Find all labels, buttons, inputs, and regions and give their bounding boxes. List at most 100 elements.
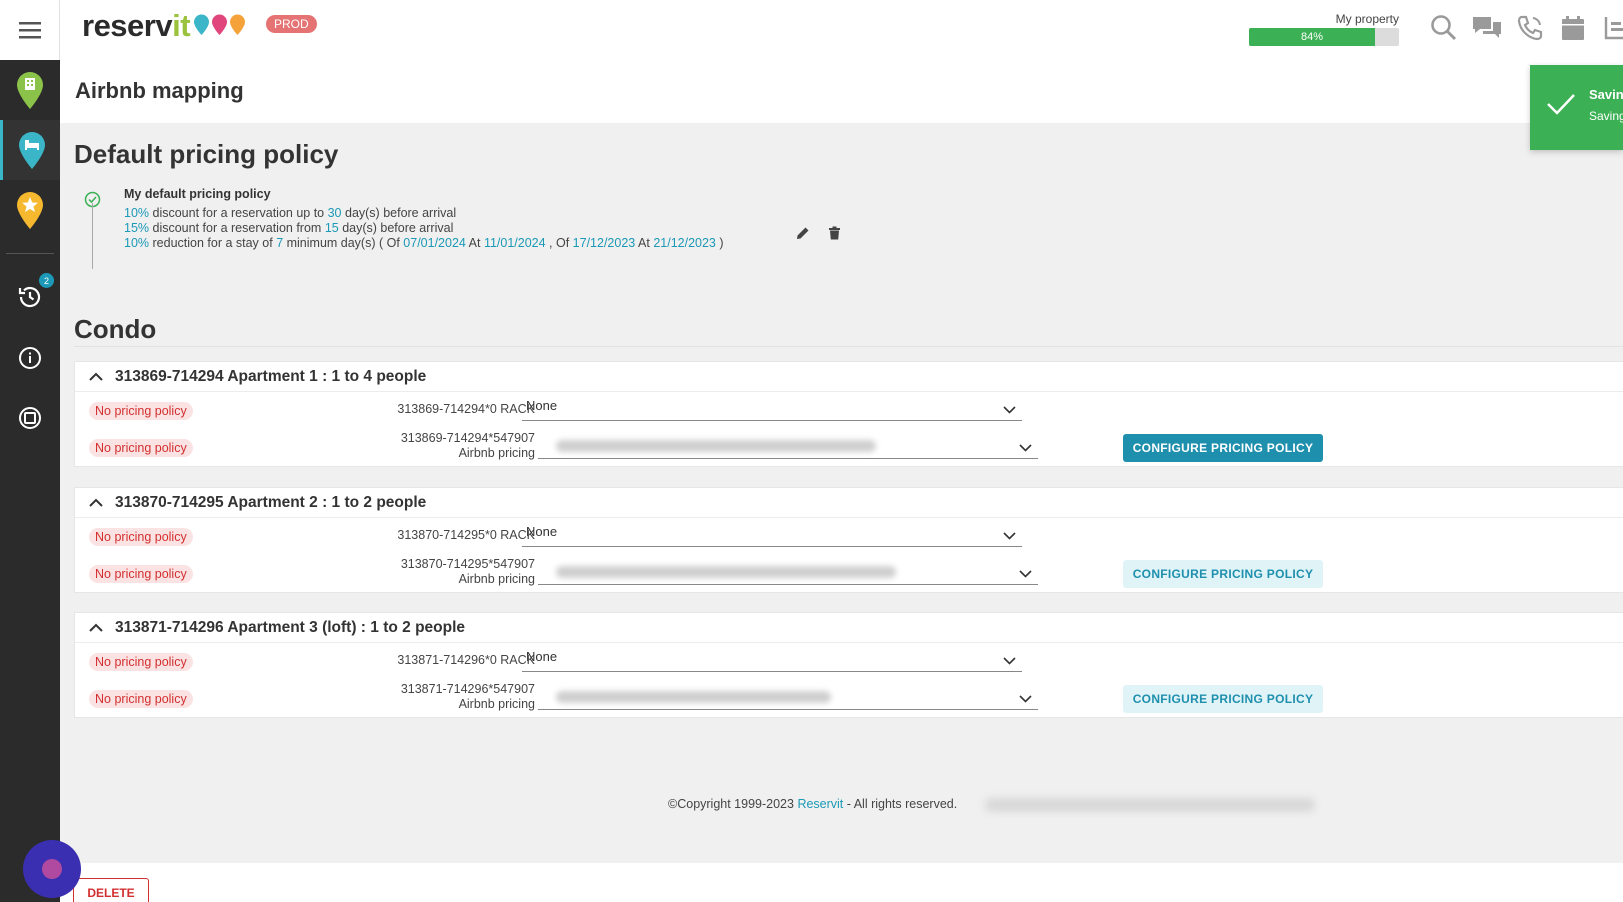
select-arrow (1019, 563, 1032, 585)
policy-timeline (92, 203, 93, 269)
sidebar-item-rooms[interactable] (0, 120, 60, 180)
property-label: My property (1335, 12, 1399, 26)
chevron-up-icon (89, 372, 103, 381)
rack-policy-select[interactable]: None (522, 646, 1022, 672)
blue-pin-icon (194, 14, 209, 35)
section-divider (74, 346, 1623, 347)
property-progress[interactable]: My property 84% (1249, 12, 1399, 46)
calendar-icon (1562, 16, 1584, 40)
room-title: 313871-714296 Apartment 3 (loft) : 1 to … (115, 618, 466, 636)
delete-button[interactable]: DELETE (73, 878, 149, 902)
collapse-toggle[interactable] (89, 498, 103, 507)
configure-pricing-policy-button[interactable]: CONFIGURE PRICING POLICY (1123, 685, 1323, 713)
no-pricing-policy-badge: No pricing policy (89, 690, 193, 708)
redacted-select-value (556, 566, 896, 578)
no-pricing-policy-badge: No pricing policy (89, 565, 193, 583)
edit-policy-button[interactable] (796, 226, 810, 245)
room-card: 313869-714294 Apartment 1 : 1 to 4 peopl… (74, 361, 1623, 467)
rack-select-value: None (526, 398, 558, 413)
rack-row: No pricing policy 313871-714296*0 RACK N… (75, 643, 1623, 680)
airbnb-policy-select[interactable] (538, 559, 1038, 585)
orange-pin-icon (230, 14, 245, 35)
sidebar-item-support[interactable] (0, 388, 60, 448)
calls-button[interactable] (1514, 12, 1546, 44)
airbnb-code: 313871-714296*547907 Airbnb pricing (400, 682, 535, 711)
no-pricing-policy-badge: No pricing policy (89, 439, 193, 457)
airbnb-policy-select[interactable] (538, 684, 1038, 710)
room-card-header[interactable]: 313871-714296 Apartment 3 (loft) : 1 to … (75, 613, 1623, 643)
sidebar-item-history[interactable]: 2 (0, 267, 60, 327)
collapse-toggle[interactable] (89, 623, 103, 632)
chevron-up-icon (89, 498, 103, 507)
sidebar-item-property[interactable] (0, 60, 60, 120)
room-card: 313871-714296 Apartment 3 (loft) : 1 to … (74, 612, 1623, 718)
airbnb-code: 313870-714295*547907 Airbnb pricing (400, 557, 535, 586)
bottom-action-bar: DELETE (60, 863, 1623, 902)
no-pricing-policy-badge: No pricing policy (89, 402, 193, 420)
room-title: 313870-714295 Apartment 2 : 1 to 2 peopl… (115, 493, 427, 511)
chat-widget-dot (42, 859, 62, 879)
policy-name: My default pricing policy (124, 187, 271, 201)
copyright: ©Copyright 1999-2023 Reservit - All righ… (668, 797, 958, 811)
menu-button[interactable] (0, 0, 60, 60)
configure-pricing-policy-button[interactable]: CONFIGURE PRICING POLICY (1123, 560, 1323, 588)
airbnb-row: No pricing policy 313870-714295*547907 Ai… (75, 555, 1623, 592)
chat-widget-button[interactable] (23, 840, 81, 898)
room-card-header[interactable]: 313869-714294 Apartment 1 : 1 to 4 peopl… (75, 362, 1623, 392)
sidebar-item-reviews[interactable] (0, 180, 60, 240)
hamburger-icon (18, 22, 41, 39)
toast-title: Savinc (1589, 87, 1623, 102)
pencil-icon (797, 227, 809, 239)
building-pin-icon (17, 72, 43, 109)
policy-rule-3: 10% reduction for a stay of 7 minimum da… (124, 236, 724, 250)
reports-button[interactable] (1600, 12, 1623, 44)
configure-pricing-policy-button[interactable]: CONFIGURE PRICING POLICY (1123, 434, 1323, 462)
chevron-down-icon (1003, 406, 1016, 414)
rack-row: No pricing policy 313869-714294*0 RACK N… (75, 392, 1623, 429)
no-pricing-policy-badge: No pricing policy (89, 653, 193, 671)
airbnb-row: No pricing policy 313871-714296*547907 Ai… (75, 680, 1623, 717)
redacted-select-value (556, 440, 876, 452)
rack-policy-select[interactable]: None (522, 395, 1022, 421)
policy-actions (796, 226, 841, 245)
airbnb-code: 313869-714294*547907 Airbnb pricing (400, 431, 535, 460)
delete-policy-button[interactable] (828, 226, 841, 245)
collapse-toggle[interactable] (89, 372, 103, 381)
chart-icon (1604, 17, 1623, 40)
chevron-down-icon (1019, 695, 1032, 703)
bed-pin-icon (18, 132, 45, 169)
sidebar-item-info[interactable] (0, 328, 60, 388)
policy-rule-1: 10% discount for a reservation up to 30 … (124, 206, 457, 220)
rack-code: 313870-714295*0 RACK (397, 528, 535, 542)
rack-select-value: None (526, 649, 558, 664)
toast-check (1546, 92, 1576, 121)
brand-logo[interactable]: reservit (82, 8, 191, 44)
airbnb-policy-select[interactable] (538, 433, 1038, 459)
default-policy-heading: Default pricing policy (74, 139, 339, 169)
messages-button[interactable] (1471, 12, 1503, 44)
rack-policy-select[interactable]: None (522, 521, 1022, 547)
checkmark-icon (1547, 94, 1575, 115)
airbnb-row: No pricing policy 313869-714294*547907 Ai… (75, 429, 1623, 466)
chevron-down-icon (1003, 532, 1016, 540)
toast-subtitle: Saving (1589, 109, 1623, 123)
room-title: 313869-714294 Apartment 1 : 1 to 4 peopl… (115, 367, 427, 385)
rack-code: 313869-714294*0 RACK (397, 402, 535, 416)
footer-redacted-text (985, 798, 1315, 812)
chat-icon (1473, 17, 1501, 38)
room-card: 313870-714295 Apartment 2 : 1 to 2 peopl… (74, 487, 1623, 593)
search-button[interactable] (1428, 12, 1460, 44)
environment-badge: PROD (266, 15, 317, 33)
chevron-down-icon (1019, 570, 1032, 578)
history-icon (18, 286, 41, 308)
chevron-down-icon (1019, 444, 1032, 452)
reservit-link[interactable]: Reservit (797, 797, 843, 811)
condo-heading: Condo (74, 314, 157, 344)
completion-text: 84% (1300, 31, 1324, 43)
brand-pins (193, 14, 246, 36)
calendar-button[interactable] (1557, 12, 1589, 44)
select-arrow (1003, 525, 1016, 547)
left-sidebar: 2 (0, 0, 60, 902)
footer: ©Copyright 1999-2023 Reservit - All righ… (60, 765, 1623, 863)
room-card-header[interactable]: 313870-714295 Apartment 2 : 1 to 2 peopl… (75, 488, 1623, 518)
